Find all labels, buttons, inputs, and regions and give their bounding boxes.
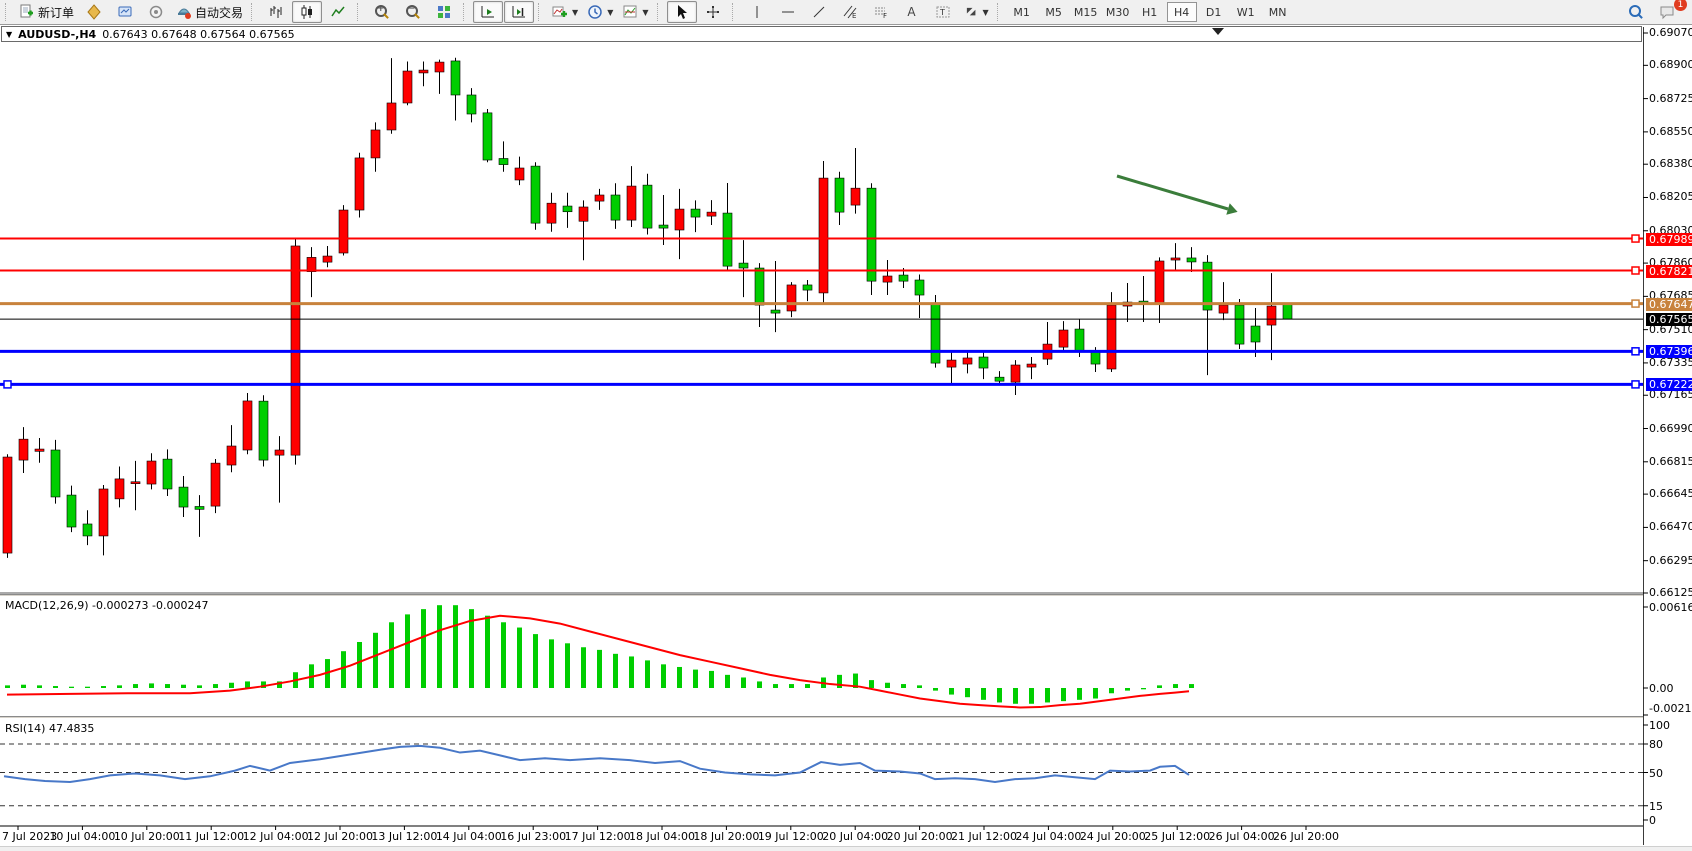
chart-shift-marker-icon <box>1212 28 1224 35</box>
mt4-window: 新订单 自动交易 <box>0 0 1692 851</box>
chart-canvas <box>0 0 1692 851</box>
